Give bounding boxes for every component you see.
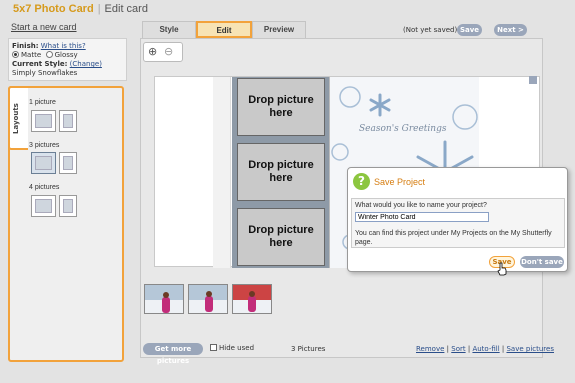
dialog-dont-save-button[interactable]: Don't save [520, 256, 564, 268]
dialog-body: What would you like to name your project… [351, 198, 565, 248]
matte-radio[interactable] [12, 51, 19, 58]
mode-tabs: Style Edit Preview [142, 21, 542, 39]
photo-thumbnail-1[interactable] [144, 284, 184, 314]
save-button[interactable]: Save [457, 24, 482, 36]
zoom-out-icon[interactable]: ⊖ [164, 45, 173, 58]
dialog-note: You can find this project under My Proje… [355, 230, 552, 246]
card-corner-handle[interactable] [529, 76, 537, 84]
zoom-in-icon[interactable]: ⊕ [148, 45, 157, 58]
dialog-question: What would you like to name your project… [355, 202, 487, 209]
finish-label: Finish: [12, 42, 39, 50]
layout-1-option-a[interactable] [31, 110, 56, 132]
page-title: 5x7 Photo Card | Edit card [13, 3, 148, 15]
card-left-margin [213, 77, 231, 268]
layout-group-1-label: 1 picture [29, 99, 56, 106]
remove-link[interactable]: Remove [416, 345, 444, 353]
hide-used-control: Hide used [210, 344, 254, 352]
style-name: Simply Snowflakes [12, 69, 78, 77]
question-icon: ? [353, 173, 370, 190]
product-title: 5x7 Photo Card [13, 3, 94, 15]
picture-column: Drop picture here Drop picture here Drop… [232, 77, 329, 268]
glossy-label: Glossy [54, 51, 78, 59]
layout-group-4-label: 4 pictures [29, 184, 60, 191]
hand-cursor-icon [497, 262, 507, 276]
dialog-title: Save Project [374, 177, 426, 187]
style-label: Current Style: [12, 60, 68, 68]
tab-style[interactable]: Style [142, 21, 196, 38]
tab-edit[interactable]: Edit [196, 21, 252, 38]
hide-used-checkbox[interactable] [210, 344, 217, 351]
project-name-input[interactable] [355, 212, 489, 222]
save-project-dialog: ? Save Project What would you like to na… [347, 167, 568, 272]
change-style-link[interactable]: (Change) [70, 60, 102, 68]
save-status: (Not yet saved) [403, 26, 458, 34]
sort-link[interactable]: Sort [451, 345, 465, 353]
picture-count: 3 Pictures [291, 345, 326, 353]
photo-thumbnail-3[interactable] [232, 284, 272, 314]
layout-3-option-b[interactable] [59, 152, 77, 174]
layout-4-option-b[interactable] [59, 195, 77, 217]
picture-slot-1[interactable]: Drop picture here [237, 78, 325, 136]
save-pictures-link[interactable]: Save pictures [506, 345, 554, 353]
picture-slot-3[interactable]: Drop picture here [237, 208, 325, 266]
layout-4-option-a[interactable] [31, 195, 56, 217]
zoom-controls: ⊕ ⊖ [143, 42, 183, 62]
layouts-tab[interactable]: Layouts [8, 86, 28, 150]
layout-3-option-a[interactable] [31, 152, 56, 174]
page-subtitle: Edit card [104, 3, 148, 15]
layout-group-3-label: 3 pictures [29, 142, 60, 149]
card-info-panel: Finish: What is this? Matte Glossy Curre… [8, 38, 127, 81]
layout-1-option-b[interactable] [59, 110, 77, 132]
next-button[interactable]: Next > [494, 24, 527, 36]
tab-preview[interactable]: Preview [252, 21, 306, 38]
finish-help-link[interactable]: What is this? [41, 42, 86, 50]
greeting-text: Season's Greetings [359, 124, 447, 134]
auto-fill-link[interactable]: Auto-fill [472, 345, 499, 353]
matte-label: Matte [21, 51, 42, 59]
title-separator: | [97, 3, 101, 15]
photo-thumbnail-2[interactable] [188, 284, 228, 314]
picture-slot-2[interactable]: Drop picture here [237, 143, 325, 201]
layouts-tab-label: Layouts [12, 103, 20, 134]
picture-actions: Remove | Sort | Auto-fill | Save picture… [416, 345, 554, 353]
start-new-card-link[interactable]: Start a new card [11, 22, 77, 32]
glossy-radio[interactable] [45, 51, 53, 58]
hide-used-label: Hide used [219, 344, 255, 352]
get-more-pictures-button[interactable]: Get more pictures [143, 343, 203, 365]
